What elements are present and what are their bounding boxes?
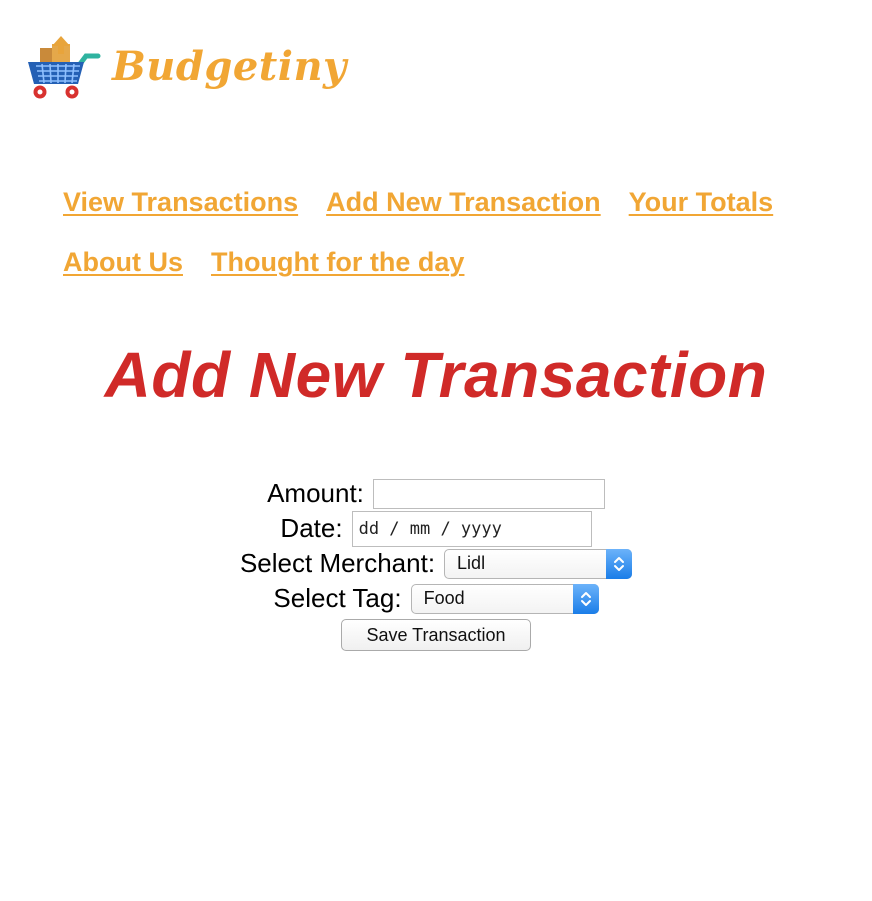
brand-name: Budgetiny xyxy=(112,43,347,90)
page-title: Add New Transaction xyxy=(104,339,768,411)
merchant-selected-value: Lidl xyxy=(457,553,486,573)
date-placeholder: dd / mm / yyyy xyxy=(358,518,502,539)
chevron-up-down-icon xyxy=(606,548,633,579)
nav-link-add-new-transaction[interactable]: Add New Transaction xyxy=(326,186,601,218)
date-row: Date: dd / mm / yyyy xyxy=(280,510,592,547)
merchant-row: Select Merchant: Lidl xyxy=(239,546,633,581)
date-input[interactable]: dd / mm / yyyy xyxy=(351,510,592,547)
date-label: Date: xyxy=(280,513,343,543)
nav-link-about-us[interactable]: About Us xyxy=(63,246,183,278)
tag-label: Select Tag: xyxy=(273,583,402,613)
nav-link-thought-for-the-day[interactable]: Thought for the day xyxy=(211,246,464,278)
nav-row-1: View Transactions Add New Transaction Yo… xyxy=(63,186,853,218)
nav-link-view-transactions[interactable]: View Transactions xyxy=(63,186,298,218)
chevron-up-down-icon xyxy=(572,583,599,614)
shopping-cart-icon xyxy=(28,36,101,99)
add-transaction-form: Amount: Date: dd / mm / yyyy Select Merc… xyxy=(0,476,872,651)
merchant-select[interactable]: Lidl xyxy=(444,548,633,579)
main-nav: View Transactions Add New Transaction Yo… xyxy=(63,186,853,306)
save-transaction-button[interactable]: Save Transaction xyxy=(341,619,531,651)
amount-row: Amount: xyxy=(267,476,605,511)
tag-selected-value: Food xyxy=(423,588,465,608)
amount-label: Amount: xyxy=(267,478,364,508)
nav-link-your-totals[interactable]: Your Totals xyxy=(629,186,774,218)
tag-row: Select Tag: Food xyxy=(273,581,599,616)
tag-select[interactable]: Food xyxy=(410,583,599,614)
merchant-label: Select Merchant: xyxy=(239,548,436,578)
brand-logo[interactable]: Budgetiny xyxy=(22,34,347,100)
nav-row-2: About Us Thought for the day xyxy=(63,246,853,278)
amount-input[interactable] xyxy=(372,478,605,509)
